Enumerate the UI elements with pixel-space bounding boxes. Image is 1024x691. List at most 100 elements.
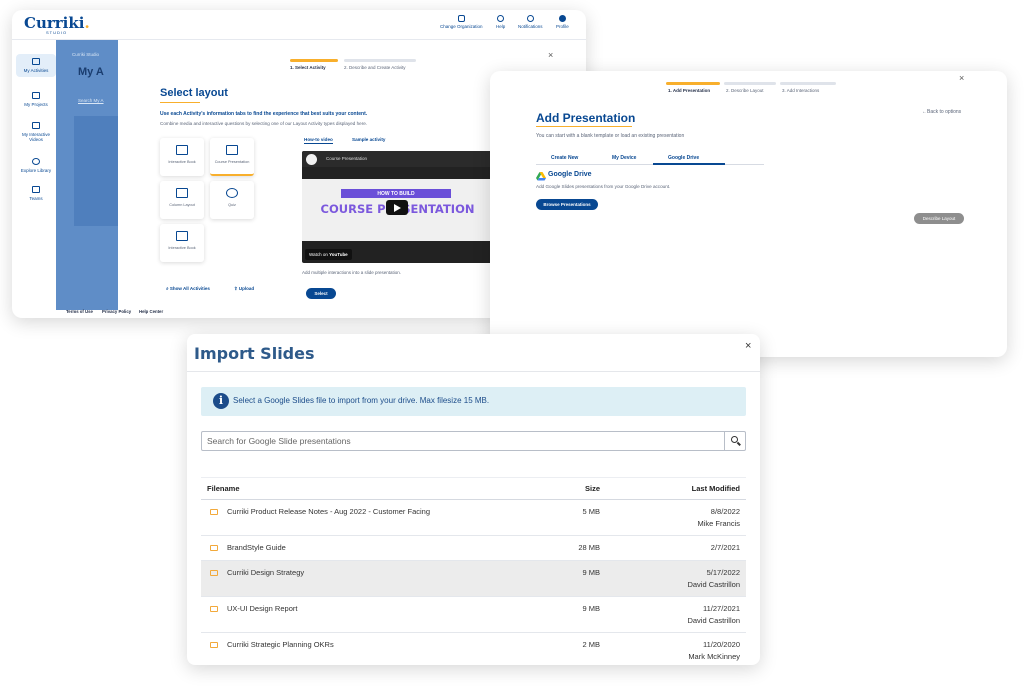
channel-avatar (306, 154, 317, 165)
column-size[interactable]: Size (546, 477, 616, 500)
file-size: 2 MB (546, 632, 616, 665)
info-icon: i (213, 393, 229, 409)
subtitle: You can start with a blank template or l… (536, 133, 685, 139)
tab-sample-activity[interactable]: Sample activity (352, 137, 385, 142)
quiz-icon (226, 188, 238, 198)
step-2-bar (724, 82, 776, 85)
logo-subtitle: STUDIO (46, 30, 68, 35)
back-to-options-link[interactable]: ←Back to options (922, 109, 961, 115)
presentation-icon (226, 145, 238, 155)
file-name-cell: Curriki Strategic Planning OKRs (201, 632, 546, 665)
tab-google-drive[interactable]: Google Drive (668, 155, 699, 161)
dialog-title: Import Slides (194, 344, 315, 363)
google-drive-icon (536, 172, 546, 181)
tile-interactive-book-2[interactable]: Interactive Book (160, 224, 204, 262)
page-title-behind: My A (78, 66, 104, 78)
page-title: Add Presentation (536, 111, 636, 125)
step-1-bar (290, 59, 338, 62)
title-underline (160, 102, 200, 103)
tab-how-to-video[interactable]: How-to video (304, 137, 333, 144)
change-organization-button[interactable]: Change Organization (440, 15, 483, 29)
file-size: 9 MB (546, 560, 616, 598)
step-3-bar (780, 82, 836, 85)
layout-description-bold: Use each Activity's information tabs to … (160, 111, 368, 117)
help-center-link[interactable]: Help Center (139, 309, 163, 314)
step-2-label: 2. Describe Layout (726, 88, 764, 93)
source-tabs: Create New My Device Google Drive (536, 155, 764, 165)
step-1-label: 1. Add Presentation (668, 88, 711, 93)
help-icon (497, 15, 505, 22)
sidebar-item-my-interactive-videos[interactable]: My Interactive Videos (16, 122, 56, 142)
tile-column-layout[interactable]: Column Layout (160, 181, 204, 219)
column-icon (176, 188, 188, 198)
profile-button[interactable]: Profile (556, 15, 569, 29)
tile-interactive-book[interactable]: Interactive Book (160, 138, 204, 176)
video-channel-title: Course Presentation (302, 151, 493, 167)
tab-my-device[interactable]: My Device (612, 155, 636, 161)
describe-layout-button[interactable]: Describe Layout (914, 213, 964, 224)
table-row[interactable]: UX-UI Design Report 9 MB 11/27/2021 David… (201, 596, 746, 634)
upload-button[interactable]: ⇪ Upload (224, 284, 264, 294)
step-1-bar (666, 82, 720, 85)
search-box (201, 431, 746, 451)
sidebar-item-explore-library[interactable]: Explore Library (16, 158, 56, 173)
terms-link[interactable]: Terms of Use (66, 309, 93, 314)
search-button[interactable] (724, 432, 745, 450)
tab-create-new[interactable]: Create New (551, 155, 578, 161)
video-caption: Add multiple interactions into a slide p… (302, 270, 402, 275)
title-underline (536, 126, 632, 127)
table-row[interactable]: Curriki Strategic Planning OKRs 2 MB 11/… (201, 632, 746, 665)
step-2-bar (344, 59, 416, 62)
close-icon[interactable]: × (548, 50, 553, 60)
folder-icon (32, 92, 40, 99)
bell-icon (526, 15, 534, 22)
tile-course-presentation[interactable]: Course Presentation (210, 138, 254, 176)
search-input[interactable] (202, 432, 724, 450)
play-icon[interactable] (386, 200, 408, 215)
video-icon (32, 122, 40, 129)
tile-quiz[interactable]: Quiz (210, 181, 254, 219)
video-player[interactable]: Course Presentation HOW TO BUILD COURSE … (302, 151, 493, 263)
add-presentation-window: 1. Add Presentation 2. Describe Layout 3… (490, 71, 1007, 357)
behind-card (74, 116, 118, 226)
file-name-cell: Curriki Product Release Notes - Aug 2022… (201, 499, 546, 537)
close-icon[interactable]: × (745, 340, 751, 352)
help-button[interactable]: Help (496, 15, 505, 29)
privacy-link[interactable]: Privacy Policy (102, 309, 131, 314)
profile-icon (558, 15, 566, 22)
file-icon (210, 606, 218, 613)
active-tab-indicator (653, 163, 725, 165)
close-icon[interactable]: × (959, 73, 964, 83)
team-icon (32, 186, 40, 193)
video-thumbnail: HOW TO BUILD COURSE PRESENTATION (302, 179, 493, 241)
table-row[interactable]: BrandStyle Guide 28 MB 2/7/2021 (201, 535, 746, 561)
book-icon (176, 231, 188, 241)
search-behind: Search My A (78, 98, 104, 103)
file-name-cell: UX-UI Design Report (201, 596, 546, 634)
watch-on-youtube[interactable]: Watch on YouTube (305, 249, 352, 260)
file-icon (210, 569, 218, 576)
table-row[interactable]: Curriki Design Strategy 9 MB 5/17/2022 Da… (201, 560, 746, 598)
step-3-label: 3. Add Interactions (782, 88, 820, 93)
book-icon (176, 145, 188, 155)
column-filename[interactable]: Filename (201, 477, 546, 500)
video-banner: HOW TO BUILD (341, 189, 451, 198)
activities-icon (32, 58, 40, 65)
file-size: 28 MB (546, 535, 616, 561)
file-modified: 11/20/2020 Mark McKinney (616, 632, 746, 665)
notifications-button[interactable]: Notifications (518, 15, 543, 29)
sidebar-item-my-projects[interactable]: My Projects (16, 92, 56, 107)
sidebar-item-teams[interactable]: Teams (16, 186, 56, 201)
select-button[interactable]: Select (306, 288, 336, 299)
file-icon (210, 509, 218, 515)
show-all-activities-button[interactable]: ⌕ Show All Activities (160, 284, 216, 294)
google-drive-title: Google Drive (548, 171, 592, 178)
file-icon (210, 545, 218, 552)
browse-presentations-button[interactable]: Browse Presentations (536, 199, 598, 210)
file-size: 9 MB (546, 596, 616, 634)
sidebar-item-my-activities[interactable]: My Activities (16, 54, 56, 77)
table-row[interactable]: Curriki Product Release Notes - Aug 2022… (201, 499, 746, 537)
column-last-modified[interactable]: Last Modified (616, 477, 746, 500)
layout-description: Combine media and interactive questions … (160, 121, 368, 126)
studio-sidebar: My Activities My Projects My Interactive… (16, 46, 56, 310)
